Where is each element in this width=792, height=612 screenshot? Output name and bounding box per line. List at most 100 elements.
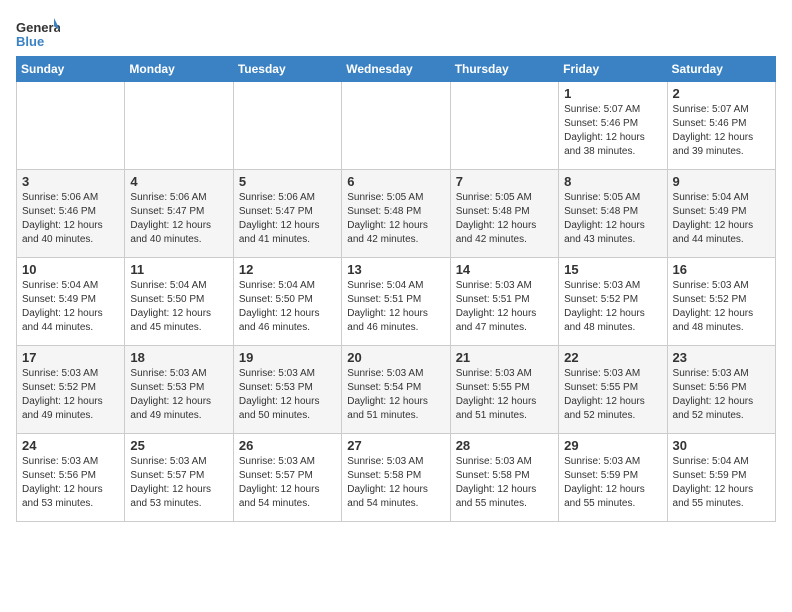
calendar-body: 1 Sunrise: 5:07 AM Sunset: 5:46 PM Daylig… [17,82,776,522]
day-info: Sunrise: 5:03 AM Sunset: 5:53 PM Dayligh… [239,367,336,423]
week-row-5: 24 Sunrise: 5:03 AM Sunset: 5:56 PM Dayli… [17,434,776,522]
day-number: 29 [564,438,661,453]
calendar-cell: 14 Sunrise: 5:03 AM Sunset: 5:51 PM Dayli… [450,258,558,346]
day-info: Sunrise: 5:04 AM Sunset: 5:50 PM Dayligh… [239,279,336,335]
calendar-cell: 5 Sunrise: 5:06 AM Sunset: 5:47 PM Daylig… [233,170,341,258]
day-info: Sunrise: 5:06 AM Sunset: 5:46 PM Dayligh… [22,191,119,247]
day-number: 1 [564,86,661,101]
weekday-header-thursday: Thursday [450,57,558,82]
day-number: 9 [673,174,770,189]
calendar-cell: 20 Sunrise: 5:03 AM Sunset: 5:54 PM Dayli… [342,346,450,434]
day-info: Sunrise: 5:03 AM Sunset: 5:55 PM Dayligh… [564,367,661,423]
day-number: 11 [130,262,227,277]
calendar-cell: 2 Sunrise: 5:07 AM Sunset: 5:46 PM Daylig… [667,82,775,170]
calendar-cell: 29 Sunrise: 5:03 AM Sunset: 5:59 PM Dayli… [559,434,667,522]
day-number: 13 [347,262,444,277]
calendar-cell: 17Sunrise: 5:03 AM Sunset: 5:52 PM Dayli… [17,346,125,434]
day-info: Sunrise: 5:07 AM Sunset: 5:46 PM Dayligh… [564,103,661,159]
calendar-cell: 22 Sunrise: 5:03 AM Sunset: 5:55 PM Dayli… [559,346,667,434]
weekday-header-friday: Friday [559,57,667,82]
day-info: Sunrise: 5:07 AM Sunset: 5:46 PM Dayligh… [673,103,770,159]
calendar-cell: 10 Sunrise: 5:04 AM Sunset: 5:49 PM Dayli… [17,258,125,346]
calendar-cell: 12 Sunrise: 5:04 AM Sunset: 5:50 PM Dayli… [233,258,341,346]
day-number: 24 [22,438,119,453]
day-number: 28 [456,438,553,453]
generalblue-logo-icon: General Blue [16,16,60,52]
day-number: 5 [239,174,336,189]
calendar-cell: 18 Sunrise: 5:03 AM Sunset: 5:53 PM Dayli… [125,346,233,434]
calendar-cell [342,82,450,170]
week-row-4: 17Sunrise: 5:03 AM Sunset: 5:52 PM Dayli… [17,346,776,434]
day-info: Sunrise: 5:04 AM Sunset: 5:59 PM Dayligh… [673,455,770,511]
calendar-cell: 25 Sunrise: 5:03 AM Sunset: 5:57 PM Dayli… [125,434,233,522]
day-info: Sunrise: 5:03 AM Sunset: 5:56 PM Dayligh… [22,455,119,511]
day-number: 19 [239,350,336,365]
calendar-cell: 8Sunrise: 5:05 AM Sunset: 5:48 PM Daylig… [559,170,667,258]
weekday-header-monday: Monday [125,57,233,82]
calendar-cell: 11 Sunrise: 5:04 AM Sunset: 5:50 PM Dayli… [125,258,233,346]
day-info: Sunrise: 5:06 AM Sunset: 5:47 PM Dayligh… [130,191,227,247]
day-info: Sunrise: 5:03 AM Sunset: 5:56 PM Dayligh… [673,367,770,423]
day-number: 2 [673,86,770,101]
day-info: Sunrise: 5:05 AM Sunset: 5:48 PM Dayligh… [456,191,553,247]
calendar-cell: 1 Sunrise: 5:07 AM Sunset: 5:46 PM Daylig… [559,82,667,170]
day-info: Sunrise: 5:03 AM Sunset: 5:52 PM Dayligh… [564,279,661,335]
calendar-cell [450,82,558,170]
day-number: 15 [564,262,661,277]
day-number: 30 [673,438,770,453]
day-number: 18 [130,350,227,365]
day-info: Sunrise: 5:03 AM Sunset: 5:51 PM Dayligh… [456,279,553,335]
calendar-cell: 7 Sunrise: 5:05 AM Sunset: 5:48 PM Daylig… [450,170,558,258]
calendar-cell: 27Sunrise: 5:03 AM Sunset: 5:58 PM Dayli… [342,434,450,522]
weekday-header-sunday: Sunday [17,57,125,82]
day-info: Sunrise: 5:05 AM Sunset: 5:48 PM Dayligh… [347,191,444,247]
header-area: General Blue [16,16,776,52]
day-number: 3 [22,174,119,189]
day-number: 10 [22,262,119,277]
day-number: 14 [456,262,553,277]
day-number: 4 [130,174,227,189]
day-number: 8 [564,174,661,189]
week-row-1: 1 Sunrise: 5:07 AM Sunset: 5:46 PM Daylig… [17,82,776,170]
calendar-cell [125,82,233,170]
day-info: Sunrise: 5:03 AM Sunset: 5:54 PM Dayligh… [347,367,444,423]
day-number: 16 [673,262,770,277]
calendar-cell: 16Sunrise: 5:03 AM Sunset: 5:52 PM Dayli… [667,258,775,346]
weekday-header-wednesday: Wednesday [342,57,450,82]
day-number: 22 [564,350,661,365]
calendar-cell: 24 Sunrise: 5:03 AM Sunset: 5:56 PM Dayli… [17,434,125,522]
week-row-2: 3 Sunrise: 5:06 AM Sunset: 5:46 PM Daylig… [17,170,776,258]
calendar-cell: 23 Sunrise: 5:03 AM Sunset: 5:56 PM Dayli… [667,346,775,434]
day-number: 27 [347,438,444,453]
calendar-cell: 28 Sunrise: 5:03 AM Sunset: 5:58 PM Dayli… [450,434,558,522]
day-number: 25 [130,438,227,453]
weekday-header-saturday: Saturday [667,57,775,82]
day-number: 17 [22,350,119,365]
weekday-header-tuesday: Tuesday [233,57,341,82]
weekday-header-row: SundayMondayTuesdayWednesdayThursdayFrid… [17,57,776,82]
day-info: Sunrise: 5:04 AM Sunset: 5:49 PM Dayligh… [22,279,119,335]
day-info: Sunrise: 5:03 AM Sunset: 5:57 PM Dayligh… [130,455,227,511]
calendar-cell [17,82,125,170]
calendar-cell: 15 Sunrise: 5:03 AM Sunset: 5:52 PM Dayli… [559,258,667,346]
calendar-cell: 13Sunrise: 5:04 AM Sunset: 5:51 PM Dayli… [342,258,450,346]
calendar-cell: 4 Sunrise: 5:06 AM Sunset: 5:47 PM Daylig… [125,170,233,258]
day-info: Sunrise: 5:04 AM Sunset: 5:50 PM Dayligh… [130,279,227,335]
day-number: 6 [347,174,444,189]
day-number: 23 [673,350,770,365]
calendar-cell: 26Sunrise: 5:03 AM Sunset: 5:57 PM Dayli… [233,434,341,522]
day-number: 20 [347,350,444,365]
day-number: 7 [456,174,553,189]
day-number: 21 [456,350,553,365]
day-info: Sunrise: 5:03 AM Sunset: 5:53 PM Dayligh… [130,367,227,423]
calendar-table: SundayMondayTuesdayWednesdayThursdayFrid… [16,56,776,522]
day-info: Sunrise: 5:06 AM Sunset: 5:47 PM Dayligh… [239,191,336,247]
day-info: Sunrise: 5:03 AM Sunset: 5:58 PM Dayligh… [456,455,553,511]
calendar-cell: 19 Sunrise: 5:03 AM Sunset: 5:53 PM Dayli… [233,346,341,434]
logo: General Blue [16,16,60,52]
day-info: Sunrise: 5:03 AM Sunset: 5:59 PM Dayligh… [564,455,661,511]
calendar-cell [233,82,341,170]
day-info: Sunrise: 5:03 AM Sunset: 5:57 PM Dayligh… [239,455,336,511]
day-number: 12 [239,262,336,277]
calendar-cell: 30 Sunrise: 5:04 AM Sunset: 5:59 PM Dayli… [667,434,775,522]
